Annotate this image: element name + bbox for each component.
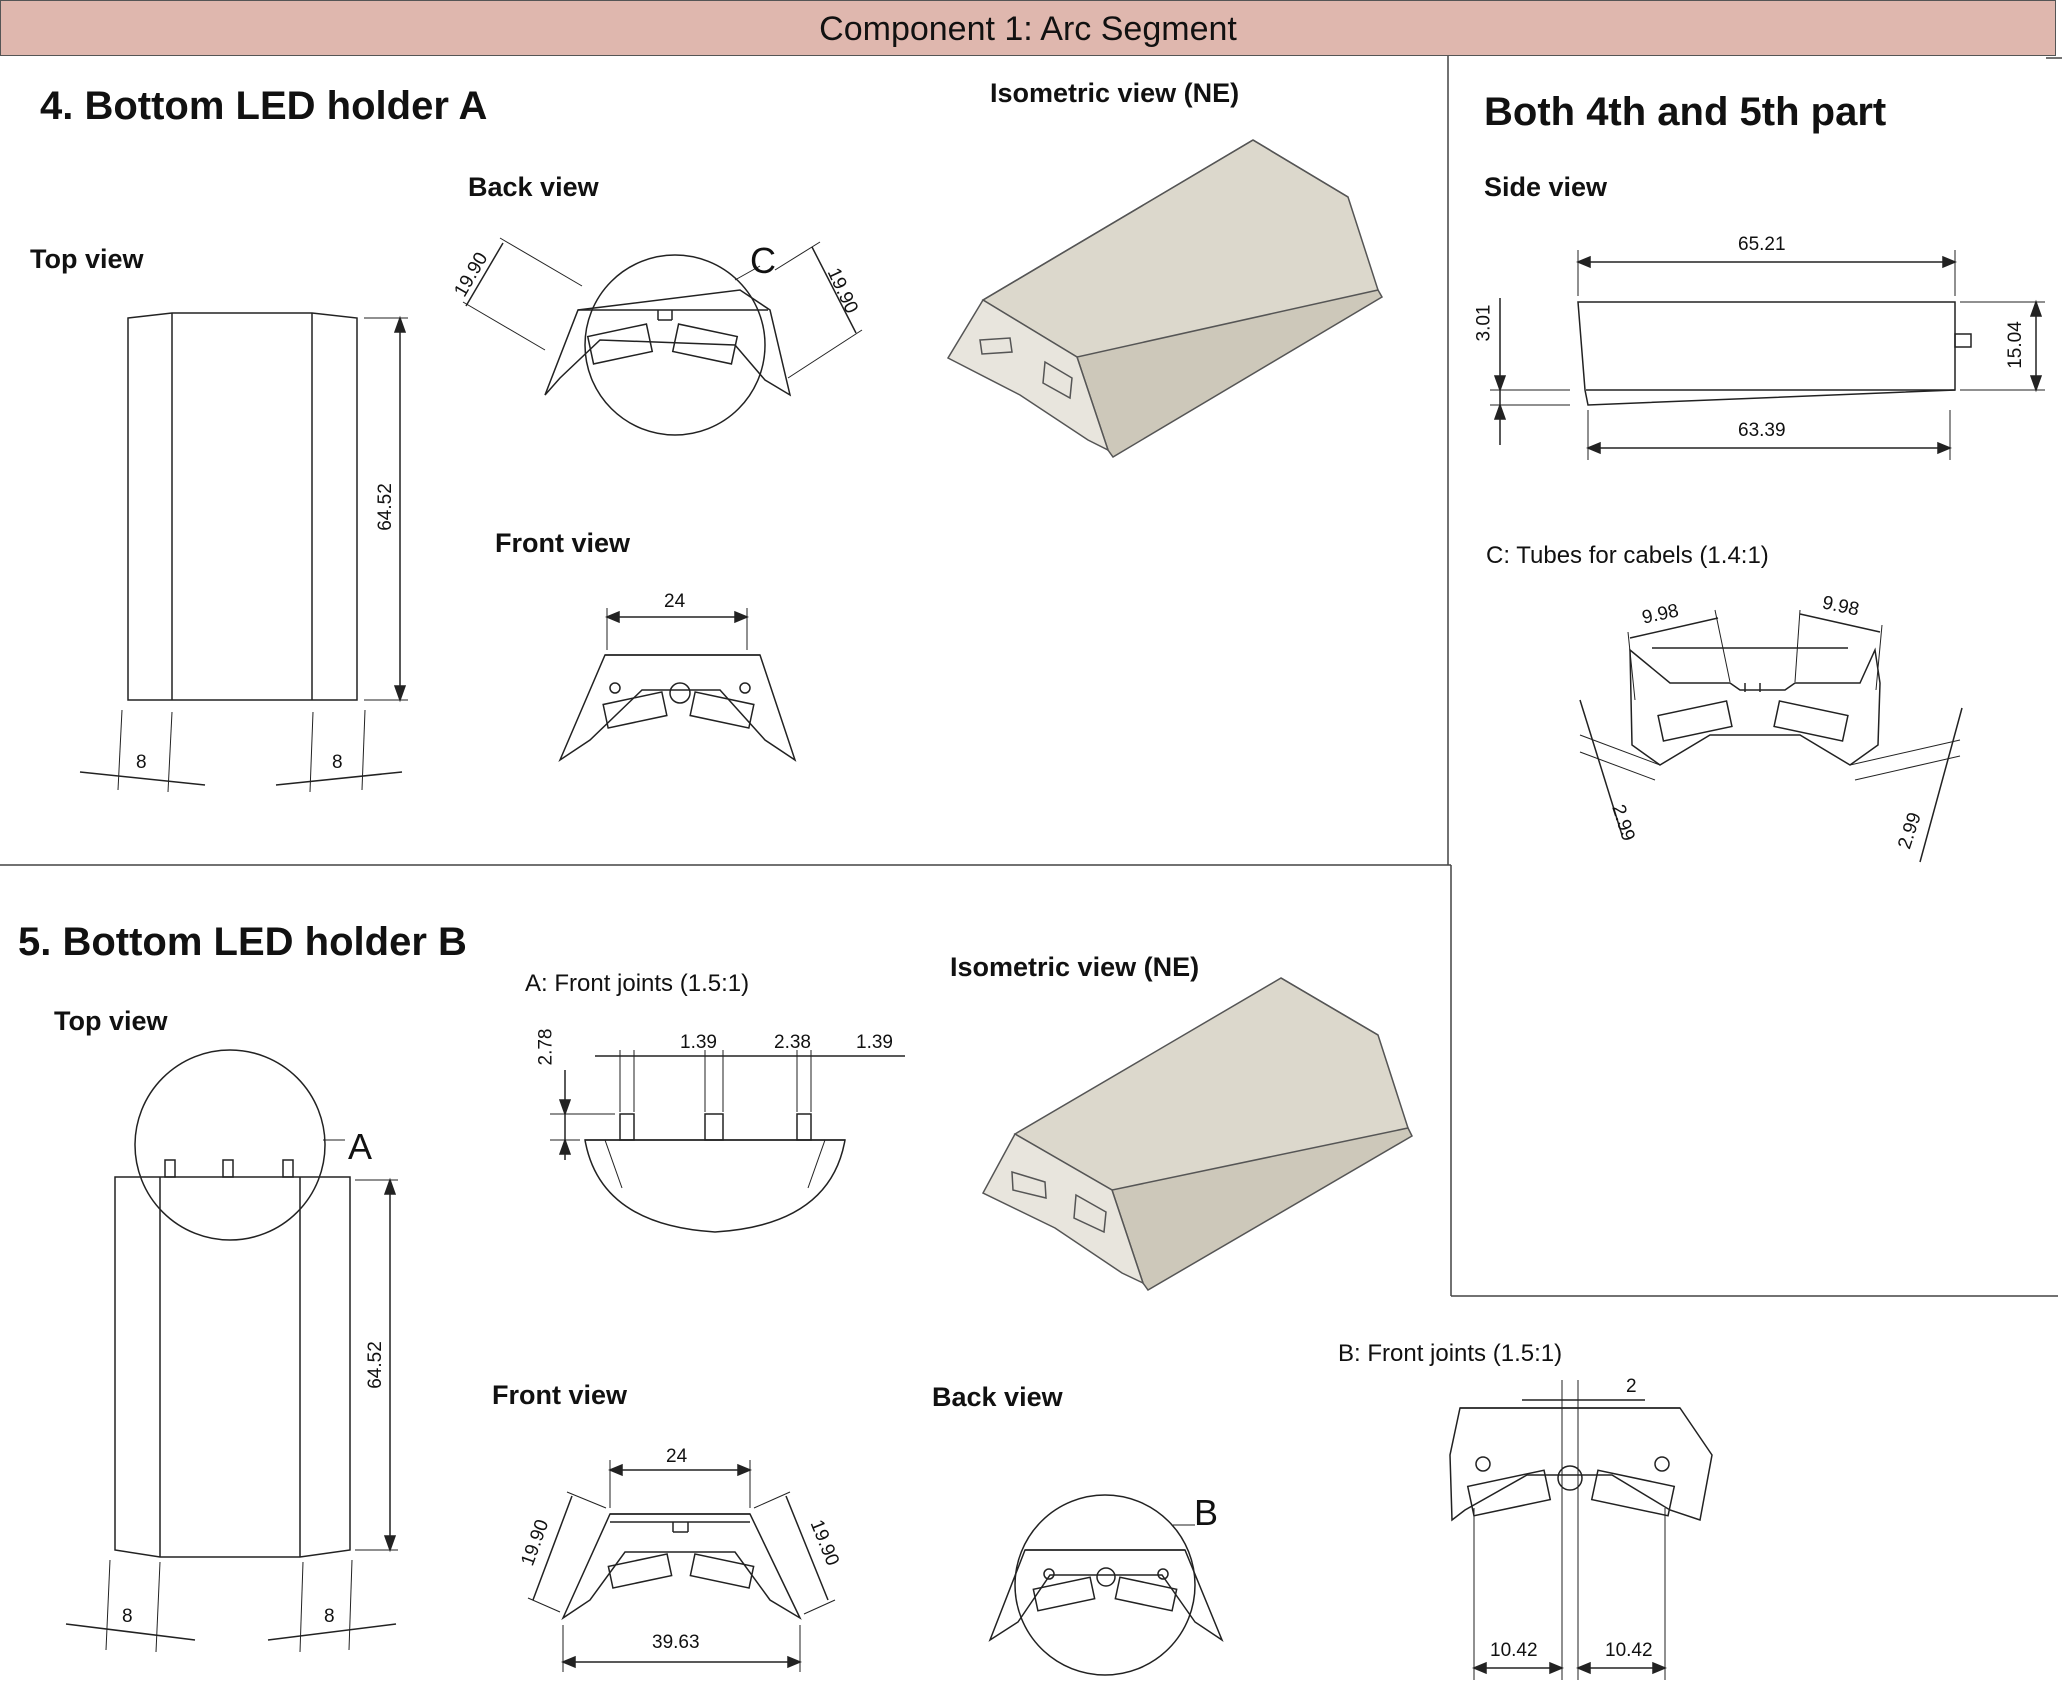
part5-detail-a-gap3-dim: 1.39 (856, 1032, 893, 1053)
part4-back-view-label: Back view (468, 172, 599, 202)
part5-detail-b-left-dim: 10.42 (1490, 1640, 1538, 1661)
part4-title: 4. Bottom LED holder A (40, 84, 488, 128)
side-view-bottom-dim: 63.39 (1738, 420, 1786, 441)
side-view-left-dim: 3.01 (1473, 304, 1495, 342)
part5-iso-view-label: Isometric view (NE) (950, 952, 1200, 982)
part5-back-view-label: Back view (932, 1382, 1063, 1412)
part4-iso-view-label: Isometric view (NE) (990, 78, 1240, 108)
side-view-right-dim: 15.04 (2004, 321, 2026, 369)
part5-detail-a-label: A: Front joints (1.5:1) (525, 970, 750, 997)
part4-callout-c: C (750, 240, 776, 281)
part5-detail-b-right-dim: 10.42 (1605, 1640, 1653, 1661)
side-view-label: Side view (1484, 172, 1608, 202)
part5-back-view-drawing (988, 1494, 1224, 1676)
part5-top-right-bevel-dim: 8 (324, 1606, 335, 1627)
part5-detail-b-gap-dim: 2 (1626, 1376, 1637, 1397)
part5-top-view-label: Top view (54, 1006, 168, 1036)
part4-top-length-dim: 64.52 (374, 483, 396, 531)
part4-front-view-label: Front view (495, 528, 631, 558)
part5-front-top-dim: 24 (666, 1446, 688, 1467)
part4-top-view-label: Top view (30, 244, 144, 274)
part5-front-bottom-dim: 39.63 (652, 1632, 700, 1653)
part5-callout-b: B (1194, 1492, 1219, 1533)
part4-back-view-drawing (462, 237, 863, 436)
part5-detail-a-gap2-dim: 2.38 (774, 1032, 811, 1053)
part4-front-top-dim: 24 (664, 591, 686, 612)
part4-top-view-drawing (79, 312, 408, 793)
part5-top-length-dim: 64.52 (364, 1341, 386, 1389)
part5-title: 5. Bottom LED holder B (18, 920, 467, 964)
part4-top-right-bevel-dim: 8 (332, 752, 343, 773)
part5-detail-b-drawing (1449, 1380, 1713, 1680)
part5-detail-a-gap1-dim: 1.39 (680, 1032, 717, 1053)
part4-top-left-bevel-dim: 8 (136, 752, 147, 773)
part4-iso-view-drawing (946, 139, 1384, 458)
both-title: Both 4th and 5th part (1484, 90, 1887, 134)
side-view-top-dim: 65.21 (1738, 234, 1786, 255)
part4-front-view-drawing (558, 608, 797, 763)
part5-front-view-label: Front view (492, 1380, 628, 1410)
part5-detail-a-height-dim: 2.78 (535, 1028, 557, 1066)
part5-detail-b-label: B: Front joints (1.5:1) (1338, 1340, 1563, 1367)
part5-iso-view-drawing (981, 977, 1413, 1291)
part5-callout-a: A (348, 1126, 373, 1167)
part5-detail-a-drawing (550, 1050, 905, 1233)
part5-top-left-bevel-dim: 8 (122, 1606, 133, 1627)
detail-c-label: C: Tubes for cabels (1.4:1) (1486, 542, 1769, 569)
